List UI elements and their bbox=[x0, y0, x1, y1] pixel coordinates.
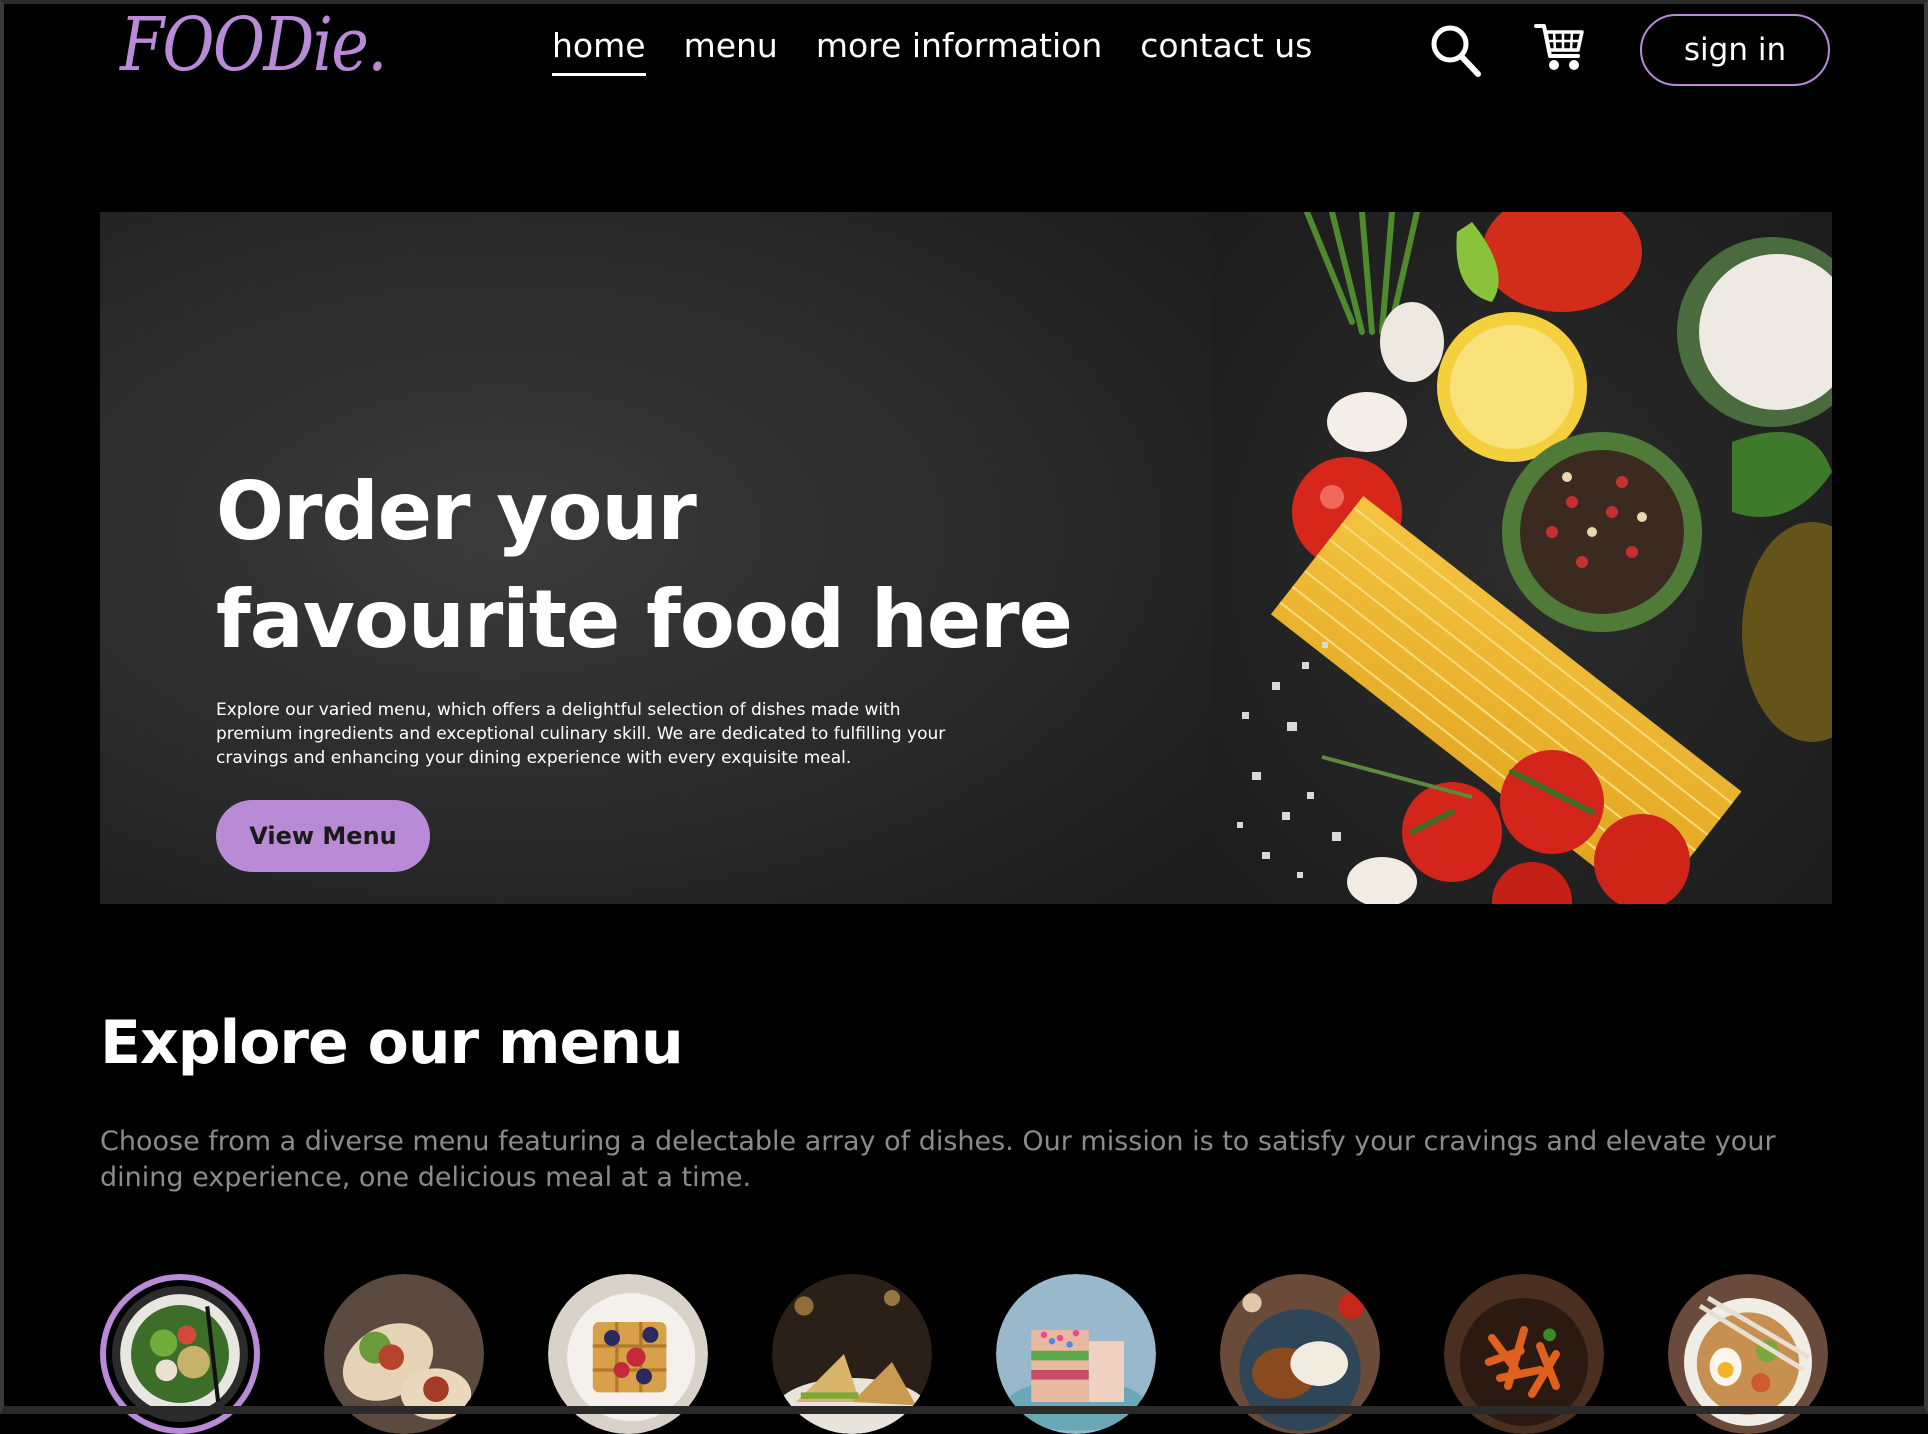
noodle-bowl-icon bbox=[1668, 1274, 1828, 1434]
search-icon[interactable] bbox=[1428, 22, 1482, 78]
salad-bowl-icon bbox=[112, 1286, 248, 1422]
hero-food-image bbox=[1212, 212, 1832, 904]
cake-icon bbox=[996, 1274, 1156, 1434]
waffle-dessert-icon bbox=[548, 1274, 708, 1434]
menu-item-sandwich[interactable] bbox=[772, 1274, 932, 1434]
cart-icon[interactable] bbox=[1534, 20, 1586, 74]
hero-title-line-1: Order your bbox=[216, 465, 697, 558]
wrap-rolls-icon bbox=[324, 1274, 484, 1434]
menu-item-rolls[interactable] bbox=[324, 1274, 484, 1434]
menu-item-desserts[interactable] bbox=[548, 1274, 708, 1434]
hero-banner: Order your favourite food here Explore o… bbox=[100, 212, 1832, 904]
sign-in-button[interactable]: sign in bbox=[1640, 14, 1830, 86]
main-nav: home menu more information contact us bbox=[552, 26, 1312, 76]
pasta-bowl-icon bbox=[1444, 1274, 1604, 1434]
logo[interactable]: FOODie. bbox=[120, 2, 387, 88]
view-menu-button[interactable]: View Menu bbox=[216, 800, 430, 872]
menu-category-list bbox=[100, 1274, 1832, 1434]
nav-contact-us[interactable]: contact us bbox=[1140, 26, 1312, 76]
explore-menu-title: Explore our menu bbox=[100, 1008, 684, 1078]
rice-curry-icon bbox=[1220, 1274, 1380, 1434]
menu-item-noodles[interactable] bbox=[1668, 1274, 1828, 1434]
nav-home[interactable]: home bbox=[552, 26, 646, 76]
nav-menu[interactable]: menu bbox=[684, 26, 778, 76]
menu-item-pure-veg[interactable] bbox=[1220, 1274, 1380, 1434]
sandwich-icon bbox=[772, 1274, 932, 1434]
hero-description: Explore our varied menu, which offers a … bbox=[216, 700, 946, 768]
hero-title-line-2: favourite food here bbox=[216, 573, 1073, 666]
nav-more-information[interactable]: more information bbox=[816, 26, 1102, 76]
menu-item-pasta[interactable] bbox=[1444, 1274, 1604, 1434]
menu-item-salad[interactable] bbox=[100, 1274, 260, 1434]
menu-item-cake[interactable] bbox=[996, 1274, 1156, 1434]
hero-title: Order your favourite food here bbox=[216, 458, 1073, 674]
explore-menu-description: Choose from a diverse menu featuring a d… bbox=[100, 1126, 1776, 1193]
